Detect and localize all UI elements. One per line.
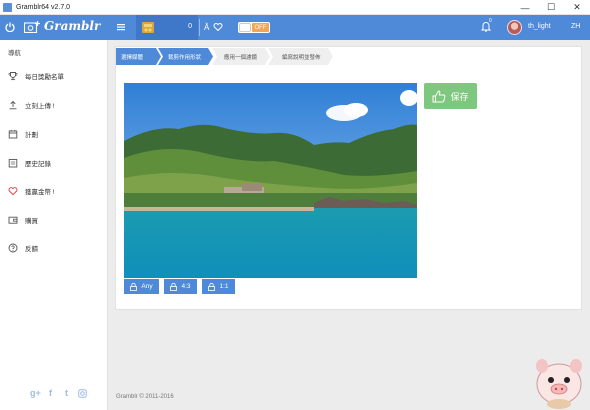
username[interactable]: th_light: [528, 23, 551, 30]
ratio-label: 4:3: [181, 283, 191, 290]
language-switch[interactable]: ZH: [571, 23, 580, 30]
appbar-divider: [199, 19, 200, 36]
minimize-button[interactable]: —: [512, 0, 538, 15]
step-crop[interactable]: 裁剪作用形狀: [158, 48, 213, 65]
copyright-text: Gramblr © 2011-2016: [116, 394, 174, 400]
sidebar-item-schedule[interactable]: 計劃: [0, 125, 108, 143]
coin-count: 0: [188, 23, 192, 30]
sidebar-item-history[interactable]: 歷史記錄: [0, 154, 108, 172]
instagram-icon[interactable]: [78, 389, 87, 398]
lock-icon: [170, 282, 178, 291]
crop-image-preview[interactable]: [124, 83, 417, 278]
brand-logo: Gramblr: [44, 19, 101, 33]
hamburger-menu-icon[interactable]: [116, 22, 126, 32]
avatar[interactable]: [507, 20, 522, 35]
power-icon[interactable]: [5, 22, 15, 32]
app-header: Gramblr 0 Ă OFF 0 th_light ZH: [0, 15, 590, 40]
ratio-label: Any: [141, 283, 153, 290]
step-filter[interactable]: 應用一個濾鏡: [212, 48, 270, 65]
sidebar-item-label: 購買: [25, 218, 38, 225]
sidebar: 導航 每日獎勵名單 立刻上傳 ! 計劃 歷史記錄 獲贏金幣 ! 購買 反饋 g+…: [0, 40, 108, 410]
facebook-icon[interactable]: f: [46, 389, 55, 398]
window-titlebar: Gramblr64 v2.7.0 — ☐ ✕: [0, 0, 590, 15]
sidebar-item-label: 歷史記錄: [25, 161, 51, 168]
sidebar-item-label: 每日獎勵名單: [25, 74, 64, 81]
lock-icon: [208, 282, 216, 291]
ratio-label: 1:1: [219, 283, 229, 290]
upload-icon: [8, 100, 18, 110]
thumbs-up-icon: [432, 89, 446, 102]
step-label: 編寫說明並發佈: [282, 54, 321, 61]
sidebar-item-purchase[interactable]: 購買: [0, 211, 108, 229]
sidebar-item-daily-rewards[interactable]: 每日獎勵名單: [0, 67, 108, 85]
sidebar-item-label: 立刻上傳 !: [25, 103, 55, 110]
sidebar-item-label: 計劃: [25, 132, 38, 139]
toggle-state-label: OFF: [252, 23, 269, 32]
save-label: 保存: [450, 91, 469, 102]
sidebar-item-label: 獲贏金幣 !: [25, 189, 55, 196]
twitter-icon[interactable]: t: [62, 389, 71, 398]
toggle-switch[interactable]: OFF: [238, 22, 270, 33]
google-plus-icon[interactable]: g+: [30, 389, 41, 398]
camera-plus-icon: [24, 21, 40, 33]
ratio-1-1-button[interactable]: 1:1: [202, 279, 235, 294]
ptag-icon[interactable]: Ă: [204, 23, 209, 32]
sidebar-title: 導航: [8, 50, 21, 57]
ratio-4-3-button[interactable]: 4:3: [164, 279, 197, 294]
sidebar-item-upload[interactable]: 立刻上傳 !: [0, 96, 108, 114]
window-title: Gramblr64 v2.7.0: [16, 3, 71, 11]
calendar-icon: [8, 129, 18, 139]
heart-icon: [8, 186, 18, 196]
footer: Gramblr © 2011-2016: [108, 386, 590, 410]
window-controls: — ☐ ✕: [512, 0, 590, 15]
maximize-button[interactable]: ☐: [538, 0, 564, 15]
step-label: 選擇媒體: [121, 54, 144, 61]
help-icon: [8, 243, 18, 253]
lock-icon: [130, 282, 138, 291]
social-links: g+ f t: [30, 389, 87, 398]
sidebar-item-label: 反饋: [25, 246, 38, 253]
save-button[interactable]: 保存: [424, 83, 477, 109]
history-icon: [8, 158, 18, 168]
step-select-media[interactable]: 選擇媒體: [116, 48, 161, 65]
close-button[interactable]: ✕: [564, 0, 590, 15]
ratio-any-button[interactable]: Any: [124, 279, 159, 294]
step-label: 應用一個濾鏡: [224, 54, 258, 61]
notification-count: 0: [489, 18, 492, 24]
coin-balance[interactable]: 0: [136, 15, 198, 40]
toggle-knob: [239, 23, 251, 32]
step-label: 裁剪作用形狀: [168, 54, 202, 61]
app-icon: [3, 2, 12, 12]
trophy-icon: [8, 71, 18, 81]
pig-mascot-icon: [536, 359, 582, 409]
heart-outline-icon[interactable]: [213, 22, 223, 32]
wallet-icon: [8, 215, 18, 225]
step-caption-publish[interactable]: 編寫說明並發佈: [268, 48, 334, 65]
coins-icon: [142, 22, 154, 33]
sidebar-item-earn-coins[interactable]: 獲贏金幣 !: [0, 182, 108, 200]
sidebar-item-feedback[interactable]: 反饋: [0, 239, 108, 257]
